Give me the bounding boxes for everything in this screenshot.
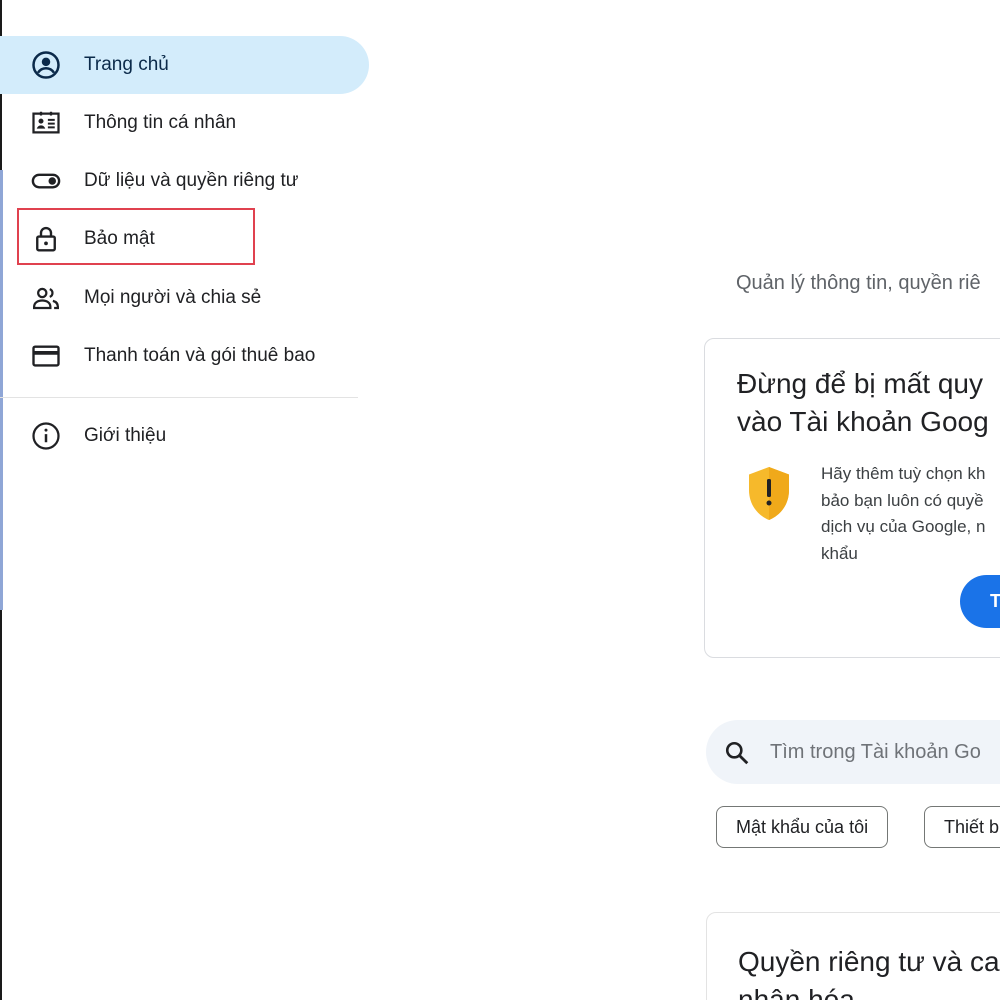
- search-icon: [725, 741, 749, 765]
- privacy-title-line: nhân hóa: [738, 984, 855, 1000]
- warning-shield-icon: [745, 465, 793, 523]
- sidebar-item-security[interactable]: Bảo mật: [0, 210, 369, 268]
- sidebar-item-about[interactable]: Giới thiệu: [0, 407, 369, 465]
- info-icon: [30, 420, 62, 452]
- sidebar-item-label: Bảo mật: [84, 228, 155, 249]
- alert-body-line: dịch vụ của Google, n: [821, 517, 986, 536]
- sidebar-item-label: Thanh toán và gói thuê bao: [84, 345, 316, 366]
- sidebar-item-home[interactable]: Trang chủ: [0, 36, 369, 94]
- sidebar-divider: [0, 397, 358, 398]
- account-page: Trang chủ Thông tin cá nhân Dữ liệu và q…: [0, 0, 1000, 1000]
- privacy-card-title: Quyền riêng tư và ca nhân hóa: [738, 943, 1000, 1000]
- sidebar-item-label: Mọi người và chia sẻ: [84, 287, 262, 308]
- lock-icon: [30, 223, 62, 255]
- alert-title-line: Đừng để bị mất quy: [737, 368, 983, 399]
- account-search-bar[interactable]: [706, 720, 1000, 784]
- sidebar-item-people-sharing[interactable]: Mọi người và chia sẻ: [0, 269, 369, 327]
- alert-title-line: vào Tài khoản Goog: [737, 406, 989, 437]
- alert-body-line: khẩu: [821, 543, 858, 563]
- alert-card-title: Đừng để bị mất quy vào Tài khoản Goog: [737, 365, 989, 441]
- sidebar-item-data-privacy[interactable]: Dữ liệu và quyền riêng tư: [0, 152, 369, 210]
- sidebar-item-personal-info[interactable]: Thông tin cá nhân: [0, 94, 369, 152]
- recovery-alert-card: Đừng để bị mất quy vào Tài khoản Goog Hã…: [704, 338, 1000, 658]
- privacy-personalization-card: Quyền riêng tư và ca nhân hóa: [706, 912, 1000, 1000]
- sidebar-item-label: Trang chủ: [84, 54, 169, 75]
- toggle-icon: [30, 165, 62, 197]
- sidebar-item-payments[interactable]: Thanh toán và gói thuê bao: [0, 327, 369, 385]
- id-card-icon: [30, 107, 62, 139]
- alert-body-line: bảo bạn luôn có quyề: [821, 490, 984, 510]
- search-input[interactable]: [770, 720, 1000, 784]
- credit-card-icon: [30, 340, 62, 372]
- privacy-title-line: Quyền riêng tư và ca: [738, 946, 1000, 977]
- sidebar-item-label: Giới thiệu: [84, 425, 167, 446]
- account-circle-icon: [30, 49, 62, 81]
- page-subtitle: Quản lý thông tin, quyền riê: [736, 272, 981, 294]
- alert-body-line: Hãy thêm tuỳ chọn kh: [821, 464, 986, 483]
- chip-devices[interactable]: Thiết b: [924, 806, 1000, 848]
- people-icon: [30, 282, 62, 314]
- sidebar-item-label: Dữ liệu và quyền riêng tư: [84, 170, 299, 191]
- sidebar-item-label: Thông tin cá nhân: [84, 112, 237, 133]
- chip-my-passwords[interactable]: Mật khẩu của tôi: [716, 806, 889, 848]
- alert-action-button[interactable]: T: [960, 575, 1000, 628]
- alert-card-body: Hãy thêm tuỳ chọn kh bảo bạn luôn có quy…: [821, 461, 985, 567]
